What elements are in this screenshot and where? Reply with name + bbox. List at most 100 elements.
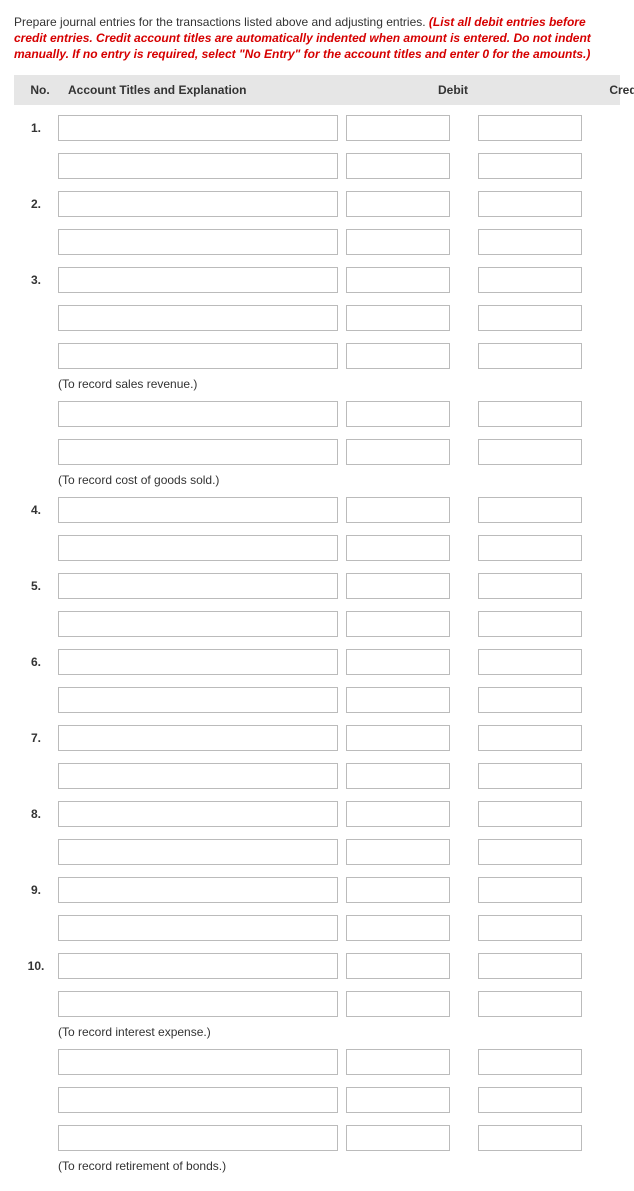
journal-entry-row: 8. (14, 801, 620, 827)
account-title-input[interactable] (58, 343, 338, 369)
debit-amount-input[interactable] (346, 725, 450, 751)
credit-amount-input[interactable] (478, 649, 582, 675)
debit-amount-input[interactable] (346, 1125, 450, 1151)
credit-amount-input[interactable] (478, 953, 582, 979)
journal-entry-row (14, 839, 620, 865)
credit-amount-input[interactable] (478, 573, 582, 599)
debit-amount-input[interactable] (346, 877, 450, 903)
header-debit: Debit (360, 75, 508, 105)
account-title-input[interactable] (58, 573, 338, 599)
debit-amount-input[interactable] (346, 687, 450, 713)
journal-entry-row (14, 401, 620, 427)
account-title-input[interactable] (58, 877, 338, 903)
credit-amount-input[interactable] (478, 229, 582, 255)
journal-entry-row: 1. (14, 115, 620, 141)
journal-entry-row (14, 535, 620, 561)
credit-amount-input[interactable] (478, 1087, 582, 1113)
credit-amount-input[interactable] (478, 839, 582, 865)
debit-amount-input[interactable] (346, 343, 450, 369)
credit-amount-input[interactable] (478, 725, 582, 751)
header-credit: Credit (536, 75, 634, 105)
debit-amount-input[interactable] (346, 229, 450, 255)
header-no: No. (14, 75, 66, 105)
credit-amount-input[interactable] (478, 1125, 582, 1151)
instructions-plain: Prepare journal entries for the transact… (14, 15, 429, 29)
account-title-input[interactable] (58, 229, 338, 255)
credit-amount-input[interactable] (478, 991, 582, 1017)
debit-amount-input[interactable] (346, 1049, 450, 1075)
credit-amount-input[interactable] (478, 439, 582, 465)
debit-amount-input[interactable] (346, 649, 450, 675)
credit-amount-input[interactable] (478, 191, 582, 217)
account-title-input[interactable] (58, 305, 338, 331)
account-title-input[interactable] (58, 611, 338, 637)
credit-amount-input[interactable] (478, 401, 582, 427)
debit-amount-input[interactable] (346, 401, 450, 427)
account-title-input[interactable] (58, 191, 338, 217)
account-title-input[interactable] (58, 1049, 338, 1075)
debit-amount-input[interactable] (346, 839, 450, 865)
journal-entry-row (14, 763, 620, 789)
entry-caption-row: (To record interest expense.) (14, 1025, 620, 1039)
debit-amount-input[interactable] (346, 953, 450, 979)
debit-amount-input[interactable] (346, 191, 450, 217)
account-title-input[interactable] (58, 839, 338, 865)
account-title-input[interactable] (58, 1087, 338, 1113)
credit-amount-input[interactable] (478, 153, 582, 179)
account-title-input[interactable] (58, 497, 338, 523)
credit-amount-input[interactable] (478, 687, 582, 713)
header-account: Account Titles and Explanation (66, 75, 352, 105)
account-title-input[interactable] (58, 801, 338, 827)
credit-amount-input[interactable] (478, 915, 582, 941)
credit-amount-input[interactable] (478, 115, 582, 141)
credit-amount-input[interactable] (478, 343, 582, 369)
account-title-input[interactable] (58, 725, 338, 751)
table-header: No. Account Titles and Explanation Debit… (14, 75, 620, 105)
account-title-input[interactable] (58, 439, 338, 465)
row-number: 6. (14, 655, 58, 669)
credit-amount-input[interactable] (478, 877, 582, 903)
row-number: 4. (14, 503, 58, 517)
credit-amount-input[interactable] (478, 535, 582, 561)
debit-amount-input[interactable] (346, 267, 450, 293)
journal-entry-row: 9. (14, 877, 620, 903)
account-title-input[interactable] (58, 267, 338, 293)
account-title-input[interactable] (58, 915, 338, 941)
debit-amount-input[interactable] (346, 439, 450, 465)
journal-entry-row (14, 991, 620, 1017)
credit-amount-input[interactable] (478, 611, 582, 637)
credit-amount-input[interactable] (478, 1049, 582, 1075)
account-title-input[interactable] (58, 649, 338, 675)
debit-amount-input[interactable] (346, 1087, 450, 1113)
account-title-input[interactable] (58, 953, 338, 979)
debit-amount-input[interactable] (346, 763, 450, 789)
account-title-input[interactable] (58, 763, 338, 789)
debit-amount-input[interactable] (346, 991, 450, 1017)
row-number: 5. (14, 579, 58, 593)
account-title-input[interactable] (58, 1125, 338, 1151)
credit-amount-input[interactable] (478, 267, 582, 293)
debit-amount-input[interactable] (346, 573, 450, 599)
journal-entry-row (14, 915, 620, 941)
debit-amount-input[interactable] (346, 115, 450, 141)
journal-entry-row (14, 439, 620, 465)
account-title-input[interactable] (58, 991, 338, 1017)
debit-amount-input[interactable] (346, 535, 450, 561)
account-title-input[interactable] (58, 535, 338, 561)
debit-amount-input[interactable] (346, 305, 450, 331)
journal-entry-row (14, 305, 620, 331)
debit-amount-input[interactable] (346, 153, 450, 179)
debit-amount-input[interactable] (346, 915, 450, 941)
debit-amount-input[interactable] (346, 611, 450, 637)
credit-amount-input[interactable] (478, 305, 582, 331)
credit-amount-input[interactable] (478, 763, 582, 789)
credit-amount-input[interactable] (478, 801, 582, 827)
entry-caption-text: (To record interest expense.) (58, 1025, 211, 1039)
account-title-input[interactable] (58, 153, 338, 179)
account-title-input[interactable] (58, 687, 338, 713)
credit-amount-input[interactable] (478, 497, 582, 523)
debit-amount-input[interactable] (346, 497, 450, 523)
account-title-input[interactable] (58, 401, 338, 427)
debit-amount-input[interactable] (346, 801, 450, 827)
account-title-input[interactable] (58, 115, 338, 141)
